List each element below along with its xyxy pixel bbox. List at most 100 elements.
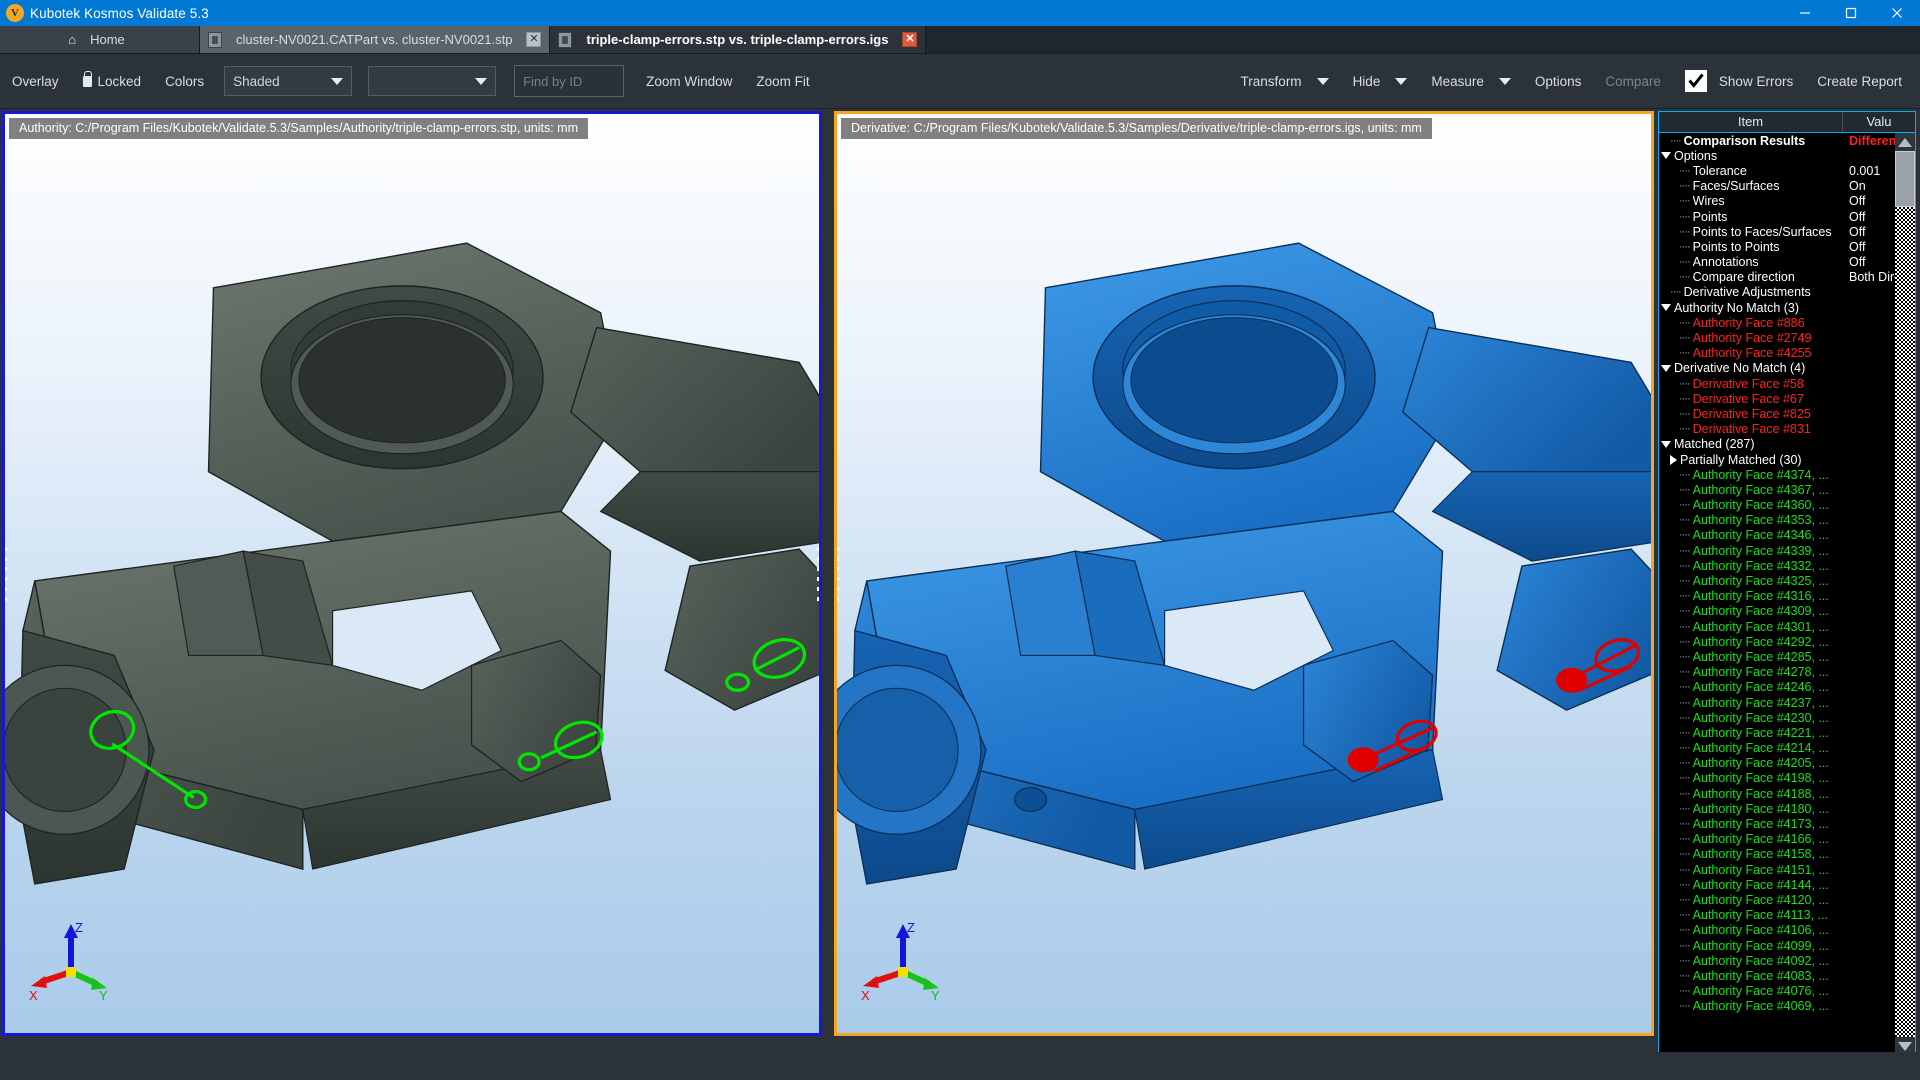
- tree-row[interactable]: ···· Authority Face #4099, ...: [1659, 938, 1895, 953]
- close-button[interactable]: [1874, 0, 1920, 26]
- tree-row[interactable]: ····Comparison Results Different: [1659, 133, 1895, 148]
- tree-row[interactable]: ···· Authority Face #4144, ...: [1659, 877, 1895, 892]
- tree-row[interactable]: ···· Authority Face #4278, ...: [1659, 665, 1895, 680]
- tree-row[interactable]: ···· Authority Face #4332, ...: [1659, 558, 1895, 573]
- tree-column-value[interactable]: Valu: [1843, 112, 1915, 132]
- tree-row[interactable]: ···· Authority Face #2749: [1659, 330, 1895, 345]
- tree-row[interactable]: ···· Authority Face #4120, ...: [1659, 892, 1895, 907]
- scroll-up-button[interactable]: [1895, 133, 1915, 151]
- secondary-dropdown[interactable]: [368, 66, 497, 96]
- zoom-fit-button[interactable]: Zoom Fit: [744, 54, 821, 108]
- tree-row[interactable]: ···· Authority Face #4205, ...: [1659, 756, 1895, 771]
- show-errors-checkbox[interactable]: Show Errors: [1673, 54, 1805, 108]
- tree-row[interactable]: ···· Authority Face #4214, ...: [1659, 741, 1895, 756]
- tree-row[interactable]: ···· Authority Face #4374, ...: [1659, 467, 1895, 482]
- tree-row[interactable]: ···· Authority Face #4083, ...: [1659, 968, 1895, 983]
- authority-viewport[interactable]: Authority: C:/Program Files/Kubotek/Vali…: [2, 111, 822, 1036]
- transform-menu[interactable]: Transform: [1229, 54, 1341, 108]
- tree-row[interactable]: ···· Authority Face #4180, ...: [1659, 801, 1895, 816]
- tree-row[interactable]: ···· Authority Face #4221, ...: [1659, 725, 1895, 740]
- tree-row[interactable]: ···· Authority Face #4230, ...: [1659, 710, 1895, 725]
- options-button[interactable]: Options: [1523, 54, 1594, 108]
- tree-row[interactable]: ···· Points to Points Off: [1659, 239, 1895, 254]
- tree-row[interactable]: ···· Authority Face #4158, ...: [1659, 847, 1895, 862]
- tree-row-label: Authority Face #4188, ...: [1692, 786, 1829, 801]
- tree-row[interactable]: Partially Matched (30): [1659, 452, 1895, 467]
- authority-resize-handles[interactable]: [817, 546, 819, 601]
- tab-cluster-comparison[interactable]: cluster-NV0021.CATPart vs. cluster-NV002…: [200, 26, 551, 53]
- tree-row[interactable]: ···· Authority Face #4106, ...: [1659, 923, 1895, 938]
- chevron-down-icon[interactable]: [1661, 304, 1671, 312]
- minimize-button[interactable]: [1782, 0, 1828, 26]
- tab-home[interactable]: ⌂ Home: [0, 26, 200, 53]
- tree-row[interactable]: ···· Authority Face #4255: [1659, 346, 1895, 361]
- tree-guide-line: ····: [1679, 271, 1691, 284]
- tree-vertical-scrollbar[interactable]: [1895, 133, 1915, 1055]
- tree-row[interactable]: ···· Authority Face #4092, ...: [1659, 953, 1895, 968]
- tree-row[interactable]: ···· Derivative Face #67: [1659, 391, 1895, 406]
- create-report-button[interactable]: Create Report: [1805, 54, 1920, 108]
- tree-row[interactable]: ···· Authority Face #886: [1659, 315, 1895, 330]
- tree-row[interactable]: ···· Authority Face #4069, ...: [1659, 999, 1895, 1014]
- tree-row[interactable]: ···· Faces/Surfaces On: [1659, 179, 1895, 194]
- chevron-down-icon[interactable]: [1661, 364, 1671, 372]
- zoom-window-button[interactable]: Zoom Window: [634, 54, 744, 108]
- tree-row[interactable]: ···· Derivative Adjustments: [1659, 285, 1895, 300]
- tree-row[interactable]: ···· Authority Face #4339, ...: [1659, 543, 1895, 558]
- tree-row[interactable]: ···· Authority Face #4367, ...: [1659, 482, 1895, 497]
- tree-row[interactable]: Matched (287): [1659, 437, 1895, 452]
- tree-row[interactable]: ···· Authority Face #4113, ...: [1659, 908, 1895, 923]
- find-by-id-input[interactable]: [514, 65, 625, 97]
- tree-column-item[interactable]: Item: [1659, 112, 1843, 132]
- tree-row[interactable]: ···· Authority Face #4325, ...: [1659, 573, 1895, 588]
- colors-button[interactable]: Colors: [153, 54, 216, 108]
- tree-row[interactable]: ···· Wires Off: [1659, 194, 1895, 209]
- chevron-down-icon[interactable]: [1661, 152, 1671, 160]
- locked-button[interactable]: Locked: [71, 54, 154, 108]
- tab-close-icon[interactable]: ✕: [526, 32, 542, 47]
- tree-row[interactable]: ···· Authority Face #4173, ...: [1659, 816, 1895, 831]
- chevron-down-icon[interactable]: [1661, 440, 1671, 448]
- measure-menu[interactable]: Measure: [1419, 54, 1523, 108]
- tree-row[interactable]: ···· Authority Face #4246, ...: [1659, 680, 1895, 695]
- display-mode-dropdown[interactable]: Shaded: [224, 66, 353, 96]
- tree-row[interactable]: ···· Points to Faces/Surfaces Off: [1659, 224, 1895, 239]
- tree-row[interactable]: ···· Authority Face #4309, ...: [1659, 604, 1895, 619]
- chevron-right-icon[interactable]: [1670, 454, 1677, 465]
- svg-text:X: X: [29, 988, 38, 1002]
- tree-row[interactable]: ···· Authority Face #4237, ...: [1659, 695, 1895, 710]
- tree-row[interactable]: ···· Authority Face #4292, ...: [1659, 634, 1895, 649]
- tree-row[interactable]: ···· Derivative Face #825: [1659, 406, 1895, 421]
- tree-row[interactable]: ···· Tolerance 0.001: [1659, 163, 1895, 178]
- tree-row[interactable]: Derivative No Match (4): [1659, 361, 1895, 376]
- tree-row[interactable]: ···· Points Off: [1659, 209, 1895, 224]
- tab-triple-clamp-comparison[interactable]: triple-clamp-errors.stp vs. triple-clamp…: [550, 26, 927, 53]
- vertical-scroll-track[interactable]: [1895, 207, 1915, 1037]
- derivative-left-handles[interactable]: [837, 546, 839, 601]
- tree-row[interactable]: ···· Annotations Off: [1659, 255, 1895, 270]
- derivative-viewport[interactable]: Derivative: C:/Program Files/Kubotek/Val…: [834, 111, 1654, 1036]
- vertical-scroll-thumb[interactable]: [1895, 151, 1915, 207]
- tree-row[interactable]: ···· Authority Face #4346, ...: [1659, 528, 1895, 543]
- tree-row[interactable]: ···· Authority Face #4360, ...: [1659, 498, 1895, 513]
- tree-row[interactable]: Options: [1659, 148, 1895, 163]
- tab-close-icon[interactable]: ✕: [902, 32, 918, 47]
- tree-row[interactable]: ···· Derivative Face #831: [1659, 422, 1895, 437]
- tree-row[interactable]: ···· Authority Face #4285, ...: [1659, 649, 1895, 664]
- tree-row[interactable]: ···· Derivative Face #58: [1659, 376, 1895, 391]
- tree-row[interactable]: ···· Authority Face #4316, ...: [1659, 589, 1895, 604]
- tree-row[interactable]: ···· Authority Face #4151, ...: [1659, 862, 1895, 877]
- tree-row[interactable]: ···· Authority Face #4188, ...: [1659, 786, 1895, 801]
- tree-row[interactable]: ····Compare direction Both Direc: [1659, 270, 1895, 285]
- authority-left-handles[interactable]: [5, 546, 7, 601]
- maximize-button[interactable]: [1828, 0, 1874, 26]
- tree-row[interactable]: ···· Authority Face #4198, ...: [1659, 771, 1895, 786]
- hide-menu[interactable]: Hide: [1341, 54, 1420, 108]
- tree-row[interactable]: ···· Authority Face #4166, ...: [1659, 832, 1895, 847]
- tree-row[interactable]: ···· Authority Face #4076, ...: [1659, 984, 1895, 999]
- tree-body[interactable]: ····Comparison ResultsDifferentOptions··…: [1658, 132, 1916, 1056]
- tree-row[interactable]: ···· Authority Face #4301, ...: [1659, 619, 1895, 634]
- tree-row[interactable]: Authority No Match (3): [1659, 300, 1895, 315]
- tree-row[interactable]: ···· Authority Face #4353, ...: [1659, 513, 1895, 528]
- overlay-button[interactable]: Overlay: [0, 54, 71, 108]
